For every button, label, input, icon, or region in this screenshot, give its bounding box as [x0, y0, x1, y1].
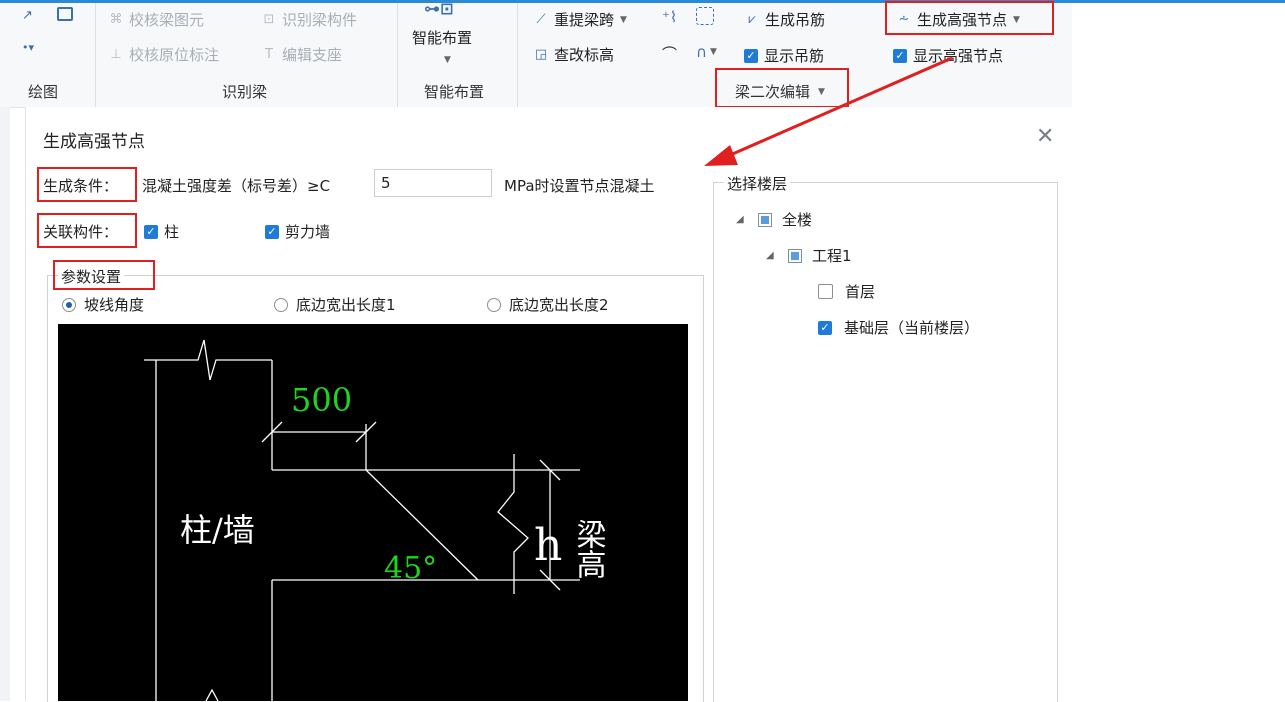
annotation-arrow: [704, 56, 953, 166]
